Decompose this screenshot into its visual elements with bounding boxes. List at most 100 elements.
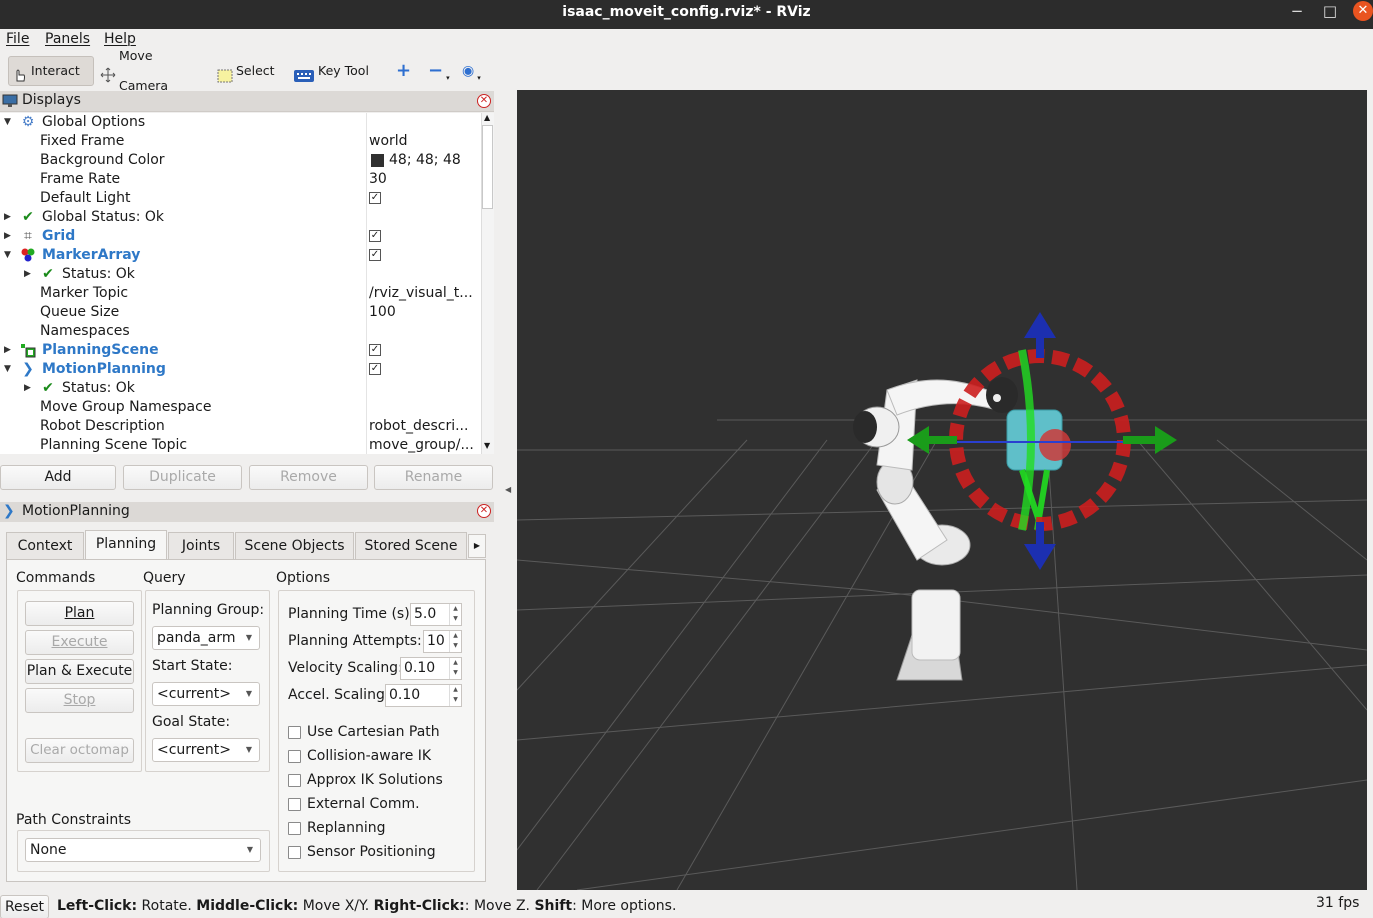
- check-icon[interactable]: ✓: [369, 249, 381, 261]
- external-comm-checkbox[interactable]: External Comm.: [288, 796, 420, 812]
- close-panel-icon[interactable]: ✕: [477, 504, 491, 518]
- tree-row-marker-status[interactable]: ▶ ✔ Status: Ok: [0, 265, 481, 284]
- tree-value[interactable]: 30: [369, 170, 479, 189]
- tab-planning[interactable]: Planning: [85, 530, 167, 560]
- tree-row-background-color[interactable]: Background Color 48; 48; 48: [0, 151, 481, 170]
- tree-row-frame-rate[interactable]: Frame Rate 30: [0, 170, 481, 189]
- collapsed-arrow-icon[interactable]: ▶: [4, 341, 11, 360]
- path-constraints-select[interactable]: None ▼: [25, 838, 261, 862]
- panel-splitter[interactable]: ◀: [494, 90, 517, 890]
- spin-arrows-icon[interactable]: ▲ ▼: [449, 685, 461, 706]
- planningscene-enabled-checkbox[interactable]: ✓: [369, 341, 479, 360]
- tab-stored-scene[interactable]: Stored Scene: [355, 532, 467, 559]
- key-tool[interactable]: Key Tool: [290, 56, 370, 86]
- add-display-button[interactable]: Add: [0, 465, 116, 490]
- tree-row-default-light[interactable]: Default Light ✓: [0, 189, 481, 208]
- plan-button[interactable]: Plan: [25, 601, 134, 626]
- motionplanning-enabled-checkbox[interactable]: ✓: [369, 360, 479, 379]
- tree-row-motionplanning[interactable]: ▼ ❯ MotionPlanning ✓: [0, 360, 481, 379]
- collapsed-arrow-icon[interactable]: ▶: [24, 265, 31, 284]
- select-tool[interactable]: Select: [214, 56, 275, 86]
- checkbox-box[interactable]: [288, 725, 301, 739]
- execute-button[interactable]: Execute: [25, 630, 134, 655]
- reset-button[interactable]: Reset: [0, 895, 49, 918]
- scroll-up-icon[interactable]: ▲: [484, 113, 490, 122]
- checkbox-box[interactable]: [288, 845, 301, 859]
- tree-value[interactable]: world: [369, 132, 479, 151]
- tab-scene-objects[interactable]: Scene Objects: [235, 532, 354, 559]
- planning-group-select[interactable]: panda_arm ▼: [152, 626, 260, 650]
- checkbox-box[interactable]: [288, 797, 301, 811]
- checkbox-box[interactable]: [288, 773, 301, 787]
- collision-aware-ik-checkbox[interactable]: Collision-aware IK: [288, 748, 431, 764]
- grid-enabled-checkbox[interactable]: ✓: [369, 227, 479, 246]
- expand-arrow-icon[interactable]: ▼: [4, 360, 11, 379]
- stop-button[interactable]: Stop: [25, 688, 134, 713]
- render-scene[interactable]: [517, 90, 1367, 890]
- close-panel-icon[interactable]: ✕: [477, 94, 491, 108]
- checkbox-box[interactable]: [288, 821, 301, 835]
- duplicate-display-button[interactable]: Duplicate: [123, 465, 242, 490]
- tree-row-markerarray[interactable]: ▼ MarkerArray ✓: [0, 246, 481, 265]
- check-icon[interactable]: ✓: [369, 344, 381, 356]
- interact-tool[interactable]: Interact: [8, 56, 94, 86]
- spin-arrows-icon[interactable]: ▲ ▼: [449, 631, 461, 652]
- tree-value[interactable]: 48; 48; 48: [389, 151, 481, 170]
- collapsed-arrow-icon[interactable]: ▶: [4, 208, 11, 227]
- planning-attempts-spinbox[interactable]: 10 ▲ ▼: [423, 630, 462, 653]
- check-icon[interactable]: ✓: [369, 192, 381, 204]
- spin-arrows-icon[interactable]: ▲ ▼: [449, 658, 461, 679]
- tree-row-global-options[interactable]: ▼ ⚙ Global Options: [0, 113, 481, 132]
- tree-row-robot-description[interactable]: Robot Description robot_descri...: [0, 417, 481, 436]
- expand-arrow-icon[interactable]: ▼: [4, 113, 11, 132]
- tree-scrollbar-thumb[interactable]: [482, 125, 493, 209]
- tree-value[interactable]: robot_descri...: [369, 417, 479, 436]
- tree-row-global-status[interactable]: ▶ ✔ Global Status: Ok: [0, 208, 481, 227]
- replanning-checkbox[interactable]: Replanning: [288, 820, 385, 836]
- check-icon[interactable]: ✓: [369, 230, 381, 242]
- tree-row-namespaces[interactable]: Namespaces: [0, 322, 481, 341]
- markerarray-enabled-checkbox[interactable]: ✓: [369, 246, 479, 265]
- checkbox-box[interactable]: [288, 749, 301, 763]
- check-icon[interactable]: ✓: [369, 363, 381, 375]
- planning-time-spinbox[interactable]: 5.0 ▲ ▼: [410, 603, 462, 626]
- tree-row-motion-status[interactable]: ▶ ✔ Status: Ok: [0, 379, 481, 398]
- sensor-positioning-checkbox[interactable]: Sensor Positioning: [288, 844, 436, 860]
- tab-scroll-right-icon[interactable]: ▶: [468, 534, 486, 558]
- default-light-checkbox[interactable]: ✓: [369, 189, 479, 208]
- tree-row-marker-topic[interactable]: Marker Topic /rviz_visual_t...: [0, 284, 481, 303]
- accel-scaling-spinbox[interactable]: 0.10 ▲ ▼: [385, 684, 462, 707]
- clear-octomap-button[interactable]: Clear octomap: [25, 738, 134, 763]
- menu-panels[interactable]: Panels: [45, 31, 90, 47]
- 3d-viewport[interactable]: [517, 90, 1367, 890]
- plan-execute-button[interactable]: Plan & Execute: [25, 659, 134, 684]
- approx-ik-checkbox[interactable]: Approx IK Solutions: [288, 772, 443, 788]
- remove-display-button[interactable]: Remove: [249, 465, 368, 490]
- maximize-button[interactable]: □: [1310, 0, 1350, 24]
- scroll-down-icon[interactable]: ▼: [484, 441, 490, 450]
- view-options-button[interactable]: ◉ ▾: [459, 56, 487, 86]
- rename-display-button[interactable]: Rename: [374, 465, 493, 490]
- tree-value[interactable]: /rviz_visual_t...: [369, 284, 479, 303]
- collapsed-arrow-icon[interactable]: ▶: [4, 227, 11, 246]
- tree-row-queue-size[interactable]: Queue Size 100: [0, 303, 481, 322]
- tree-value[interactable]: move_group/...: [369, 436, 479, 454]
- close-button[interactable]: ✕: [1353, 1, 1373, 21]
- collapse-left-icon[interactable]: ◀: [505, 485, 511, 494]
- menu-file[interactable]: File: [6, 31, 29, 47]
- spin-arrows-icon[interactable]: ▲ ▼: [449, 604, 461, 625]
- tree-row-move-group-namespace[interactable]: Move Group Namespace: [0, 398, 481, 417]
- tab-context[interactable]: Context: [6, 532, 84, 559]
- expand-arrow-icon[interactable]: ▼: [4, 246, 11, 265]
- add-tool-button[interactable]: +: [393, 56, 415, 86]
- start-state-select[interactable]: <current> ▼: [152, 682, 260, 706]
- tree-value[interactable]: 100: [369, 303, 479, 322]
- tree-row-planning-scene-topic[interactable]: Planning Scene Topic move_group/...: [0, 436, 481, 454]
- remove-tool-button[interactable]: − ▾: [425, 56, 451, 86]
- goal-state-select[interactable]: <current> ▼: [152, 738, 260, 762]
- use-cartesian-path-checkbox[interactable]: Use Cartesian Path: [288, 724, 440, 740]
- tree-row-fixed-frame[interactable]: Fixed Frame world: [0, 132, 481, 151]
- color-swatch[interactable]: [371, 154, 384, 167]
- tree-row-planningscene[interactable]: ▶ PlanningScene ✓: [0, 341, 481, 360]
- velocity-scaling-spinbox[interactable]: 0.10 ▲ ▼: [400, 657, 462, 680]
